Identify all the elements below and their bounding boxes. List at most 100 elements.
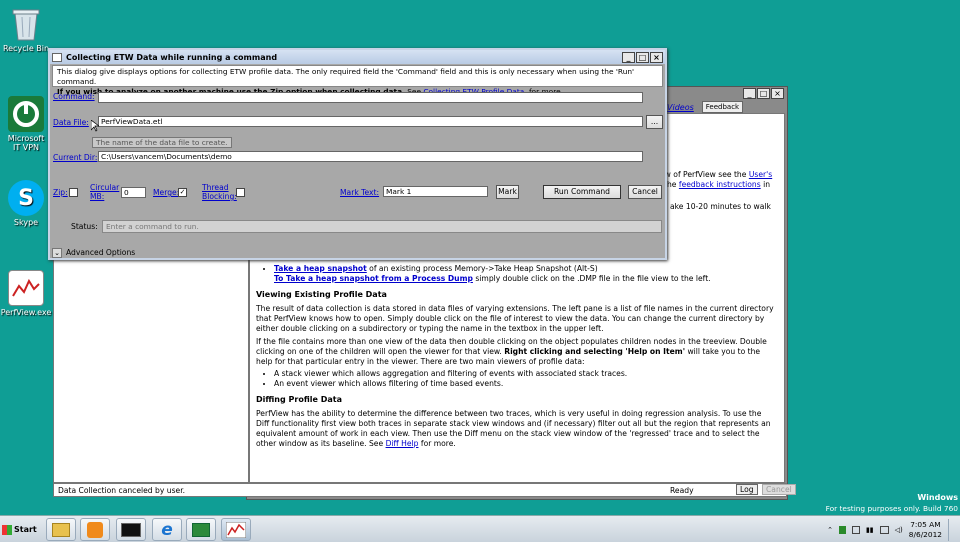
viewer-item: An event viewer which allows filtering o…	[274, 379, 776, 389]
videos-link[interactable]: Videos	[667, 103, 694, 112]
console-taskbar-button[interactable]	[116, 518, 146, 541]
window-controls: _ □ ×	[743, 88, 784, 99]
browse-button[interactable]: ...	[646, 115, 663, 129]
chevron-down-icon: ⌄	[52, 247, 62, 258]
help-fragment: ake 10-20 minutes to walk	[670, 202, 771, 211]
desktop-icon-perfview[interactable]: PerfView.exe	[0, 270, 52, 317]
viewing-paragraph-2: If the file contains more than one view …	[256, 337, 767, 366]
perfview-taskbar-button[interactable]	[221, 518, 251, 541]
recycle-bin-icon	[8, 6, 44, 42]
clock[interactable]: 7:05 AM 8/6/2012	[909, 520, 942, 540]
currentdir-input[interactable]: C:\Users\vancem\Documents\demo	[98, 151, 643, 162]
command-label[interactable]: Command:	[53, 92, 95, 101]
dialog-window-controls: _ □ ×	[622, 51, 665, 63]
desktop-icon-label: Microsoft IT VPN	[7, 134, 45, 152]
minimize-button[interactable]: _	[743, 88, 756, 99]
display-icon[interactable]	[879, 525, 889, 534]
description-line: This dialog give displays options for co…	[57, 67, 635, 86]
window-icon	[52, 52, 62, 62]
zip-checkbox[interactable]	[69, 188, 78, 197]
dialog-titlebar[interactable]: Collecting ETW Data while running a comm…	[50, 50, 665, 64]
close-button[interactable]: ×	[650, 51, 663, 63]
desktop-icon-vpn[interactable]: Microsoft IT VPN	[0, 96, 52, 152]
diffing-heading: Diffing Profile Data	[256, 395, 342, 404]
clock-date: 8/6/2012	[908, 529, 942, 539]
network-status-icon[interactable]	[851, 525, 860, 534]
heap-snapshot-link[interactable]: Take a heap snapshot	[274, 264, 367, 273]
run-command-button[interactable]: Run Command	[543, 185, 621, 199]
dialog-title: Collecting ETW Data while running a comm…	[66, 52, 278, 62]
explorer-taskbar-button[interactable]	[46, 518, 76, 541]
internet-explorer-icon: e	[161, 519, 173, 540]
network-icon	[192, 522, 210, 537]
skype-icon: S	[8, 180, 44, 216]
close-button[interactable]: ×	[771, 88, 784, 99]
marktext-input[interactable]: Mark 1	[383, 186, 488, 197]
viewing-heading: Viewing Existing Profile Data	[256, 290, 387, 299]
desktop-icon-label: Skype	[13, 218, 39, 227]
diff-help-link[interactable]: Diff Help	[386, 439, 419, 448]
diffing-paragraph: PerfView has the ability to determine th…	[256, 409, 771, 448]
command-input[interactable]	[98, 92, 643, 103]
datafile-label[interactable]: Data File:	[53, 118, 89, 127]
mouse-cursor-icon	[91, 120, 99, 132]
desktop-icon-label: PerfView.exe	[0, 308, 52, 317]
media-player-taskbar-button[interactable]	[80, 518, 110, 541]
help-toolbar: Videos Feedback	[667, 101, 744, 113]
perfview-icon	[226, 521, 246, 538]
maximize-button[interactable]: □	[757, 88, 770, 99]
datafile-tooltip: The name of the data file to create.	[92, 137, 232, 148]
show-desktop-button[interactable]	[948, 518, 956, 541]
maximize-button[interactable]: □	[636, 51, 649, 63]
desktop-icon-skype[interactable]: S Skype	[0, 180, 52, 227]
status-bar: Data Collection canceled by user. Ready …	[53, 483, 796, 497]
circular-label[interactable]: Circular MB:	[90, 183, 119, 201]
system-tray: ⌃ ▮▮ ◁) 7:05 AM 8/6/2012	[827, 518, 956, 541]
thread-blocking-checkbox[interactable]	[236, 188, 245, 197]
merge-label[interactable]: Merge:	[153, 188, 179, 197]
status-cancel-button[interactable]: Cancel	[762, 484, 796, 495]
windows-watermark: Windows For testing purposes only. Build…	[825, 493, 958, 513]
media-player-icon	[87, 521, 103, 538]
ie-taskbar-button[interactable]: e	[152, 518, 182, 541]
currentdir-label[interactable]: Current Dir:	[53, 153, 97, 162]
console-icon	[121, 522, 141, 537]
status-field: Enter a command to run.	[102, 220, 662, 233]
merge-checkbox[interactable]: ✓	[178, 188, 187, 197]
clock-time: 7:05 AM	[910, 519, 941, 529]
signal-icon[interactable]: ▮▮	[866, 526, 874, 534]
zip-label[interactable]: Zip:	[53, 188, 68, 197]
feedback-button[interactable]: Feedback	[701, 101, 744, 113]
viewing-paragraph: The result of data collection is data st…	[256, 304, 774, 333]
taskbar: Start e ⌃ ▮▮ ◁) 7:05 AM 8/6/2012	[0, 515, 960, 542]
vpn-taskbar-button[interactable]	[186, 518, 216, 541]
advanced-options-expander[interactable]: ⌄ Advanced Options	[52, 246, 665, 259]
mark-button[interactable]: Mark	[496, 185, 519, 199]
show-hidden-icons-icon[interactable]: ⌃	[827, 526, 833, 534]
circular-mb-input[interactable]: 0	[121, 187, 146, 198]
datafile-input[interactable]: PerfViewData.etl	[98, 116, 643, 127]
dialog-description: This dialog give displays options for co…	[52, 65, 663, 96]
marktext-label[interactable]: Mark Text:	[340, 188, 379, 197]
minimize-button[interactable]: _	[622, 51, 635, 63]
cancel-button[interactable]: Cancel	[628, 185, 662, 199]
folder-icon	[52, 522, 70, 537]
users-guide-link[interactable]: User's	[749, 170, 772, 179]
ready-label: Ready	[670, 486, 694, 495]
perfview-icon	[8, 270, 44, 306]
log-button[interactable]: Log	[736, 484, 758, 495]
status-label: Status:	[71, 222, 98, 231]
start-button[interactable]: Start	[2, 519, 38, 540]
vpn-icon	[8, 96, 44, 132]
desktop-icon-label: Recycle Bin	[2, 44, 50, 53]
viewer-item: A stack viewer which allows aggregation …	[274, 369, 776, 379]
volume-icon[interactable]: ◁)	[895, 526, 903, 534]
status-message: Data Collection canceled by user.	[58, 486, 186, 495]
heap-dump-link[interactable]: To Take a heap snapshot from a Process D…	[274, 274, 473, 283]
thread-blocking-label[interactable]: Thread Blocking:	[202, 183, 237, 201]
help-list-item: Take a heap snapshot of an existing proc…	[274, 264, 776, 284]
flag-icon[interactable]	[838, 525, 846, 534]
desktop-icon-recycle-bin[interactable]: Recycle Bin	[0, 6, 52, 53]
feedback-instructions-link[interactable]: feedback instructions	[679, 180, 761, 189]
help-fragment: the feedback instructions in	[664, 180, 771, 189]
